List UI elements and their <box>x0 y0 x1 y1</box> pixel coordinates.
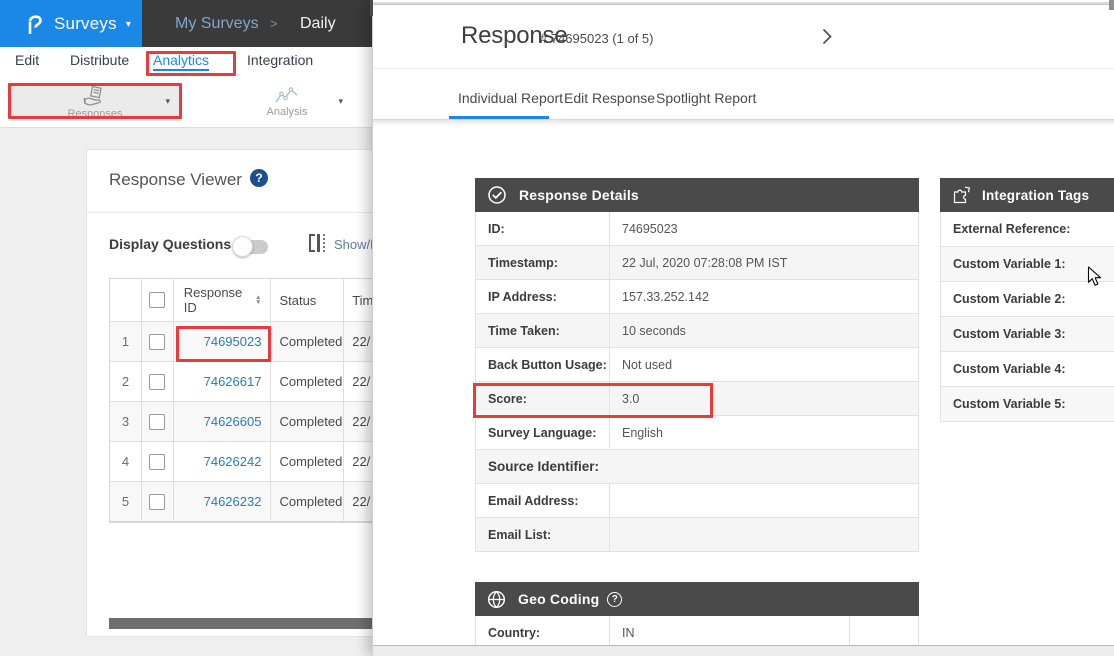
overlay-subtitle: # 74695023 (1 of 5) <box>540 31 653 46</box>
product-name: Surveys <box>54 14 117 34</box>
display-questions-toggle[interactable] <box>234 240 268 254</box>
response-details-header: Response Details <box>475 178 919 212</box>
menu-integration[interactable]: Integration <box>247 52 313 68</box>
show-hide-columns-icon[interactable] <box>309 234 325 252</box>
response-id-link[interactable]: 74626605 <box>204 414 262 429</box>
integration-tags-panel: Integration Tags External Reference: Cus… <box>940 178 1114 422</box>
surveys-app-page: Surveys ▾ My Surveys > Daily Edit Distri… <box>0 0 380 656</box>
mouse-cursor <box>1087 266 1102 293</box>
overlay-top-rule <box>373 2 1114 5</box>
column-header-status[interactable]: Status <box>271 279 344 321</box>
response-viewer-card: Response Viewer ? Display Questions Show… <box>86 149 396 637</box>
tag-row: Custom Variable 4: <box>940 352 1114 387</box>
horizontal-scrollbar[interactable] <box>109 618 396 629</box>
app-header: Surveys ▾ My Surveys > Daily <box>0 0 380 47</box>
divider <box>373 68 1114 69</box>
table-row: 3 74626605 Completed 22/ <box>110 402 409 442</box>
tab-edit-response[interactable]: Edit Response <box>564 90 655 106</box>
tag-row: Custom Variable 5: <box>940 387 1114 422</box>
globe-icon <box>487 590 506 609</box>
detail-row: ID: 74695023 <box>475 212 919 246</box>
chevron-down-icon[interactable]: ▾ <box>338 96 343 107</box>
chevron-down-icon: ▾ <box>126 17 131 30</box>
detail-row: Email List: <box>475 518 919 552</box>
response-details-panel: Response Details ID: 74695023 Timestamp:… <box>475 178 919 552</box>
panel-title: Integration Tags <box>982 188 1089 203</box>
row-checkbox[interactable] <box>149 334 165 350</box>
annotation-box-responses <box>8 83 182 119</box>
panel-title: Response Details <box>519 187 639 203</box>
line-chart-icon <box>275 87 299 105</box>
chevron-right-icon <box>822 28 832 45</box>
table-row: 2 74626617 Completed 22/ <box>110 362 409 402</box>
panel-title: Geo Coding <box>518 591 599 607</box>
response-id-link[interactable]: 74626242 <box>204 454 262 469</box>
row-checkbox[interactable] <box>149 414 165 430</box>
help-icon[interactable]: ? <box>250 169 268 187</box>
detail-row: IP Address: 157.33.252.142 <box>475 280 919 314</box>
questionpro-logo-icon <box>26 13 44 35</box>
analysis-button-label: Analysis <box>267 106 308 118</box>
product-switcher[interactable]: Surveys ▾ <box>0 0 142 47</box>
sort-icon[interactable]: ▲▼ <box>255 295 261 305</box>
display-questions-label: Display Questions <box>109 236 231 252</box>
table-row: 5 74626232 Completed 22/ <box>110 482 409 522</box>
status-cell: Completed <box>271 322 344 361</box>
next-response-button[interactable] <box>822 28 832 50</box>
help-icon[interactable]: ? <box>607 592 622 607</box>
bottom-scroll-strip[interactable] <box>373 645 1114 656</box>
annotation-box-response-id <box>176 326 271 362</box>
row-checkbox[interactable] <box>149 494 165 510</box>
tag-row: External Reference: <box>940 212 1114 247</box>
tab-individual-report[interactable]: Individual Report <box>458 90 563 106</box>
toggle-knob <box>232 236 253 257</box>
column-header-response-id[interactable]: Response ID ▲▼ <box>174 279 272 321</box>
analysis-button[interactable]: Analysis ▾ <box>200 83 374 121</box>
breadcrumb-my-surveys[interactable]: My Surveys <box>175 0 259 47</box>
table-row: 4 74626242 Completed 22/ <box>110 442 409 482</box>
detail-row: Timestamp: 22 Jul, 2020 07:28:08 PM IST <box>475 246 919 280</box>
geo-coding-panel: Geo Coding ? Country: IN <box>475 582 919 650</box>
row-checkbox[interactable] <box>149 374 165 390</box>
divider-shadow <box>373 120 1114 126</box>
status-cell: Completed <box>271 482 344 521</box>
annotation-box-score <box>473 383 713 418</box>
detail-row: Time Taken: 10 seconds <box>475 314 919 348</box>
responses-table: Response ID ▲▼ Status Tim 1 74695023 Com… <box>109 278 409 523</box>
breadcrumb-current-survey: Daily <box>300 0 336 47</box>
tag-row: Custom Variable 3: <box>940 317 1114 352</box>
detail-row: Email Address: <box>475 484 919 518</box>
check-circle-icon <box>487 185 507 205</box>
integration-tags-header: Integration Tags <box>940 178 1114 212</box>
response-id-link[interactable]: 74626232 <box>204 494 262 509</box>
detail-row: Survey Language: English <box>475 416 919 450</box>
tab-spotlight-report[interactable]: Spotlight Report <box>656 90 756 106</box>
menu-edit[interactable]: Edit <box>15 52 39 68</box>
status-cell: Completed <box>271 442 344 481</box>
table-header-row: Response ID ▲▼ Status Tim <box>110 279 409 322</box>
detail-row: Back Button Usage: Not used <box>475 348 919 382</box>
status-cell: Completed <box>271 362 344 401</box>
response-detail-overlay: Response # 74695023 (1 of 5) Individual … <box>372 0 1114 656</box>
divider <box>87 212 395 213</box>
row-checkbox[interactable] <box>149 454 165 470</box>
status-cell: Completed <box>271 402 344 441</box>
annotation-box-analytics <box>146 51 236 76</box>
geo-coding-header: Geo Coding ? <box>475 582 919 616</box>
response-id-link[interactable]: 74626617 <box>204 374 262 389</box>
select-all-checkbox[interactable] <box>149 292 165 308</box>
breadcrumb-separator: > <box>270 0 278 47</box>
puzzle-icon <box>952 186 972 205</box>
scrollbar-thumb[interactable] <box>1109 0 1114 10</box>
detail-row-source-identifier: Source Identifier: <box>475 450 919 484</box>
panel-edge-artifact <box>370 0 373 16</box>
breadcrumb: My Surveys > Daily <box>142 0 380 47</box>
screenshot-root: Surveys ▾ My Surveys > Daily Edit Distri… <box>0 0 1114 656</box>
response-viewer-title: Response Viewer <box>109 170 242 190</box>
menu-distribute[interactable]: Distribute <box>70 52 129 68</box>
